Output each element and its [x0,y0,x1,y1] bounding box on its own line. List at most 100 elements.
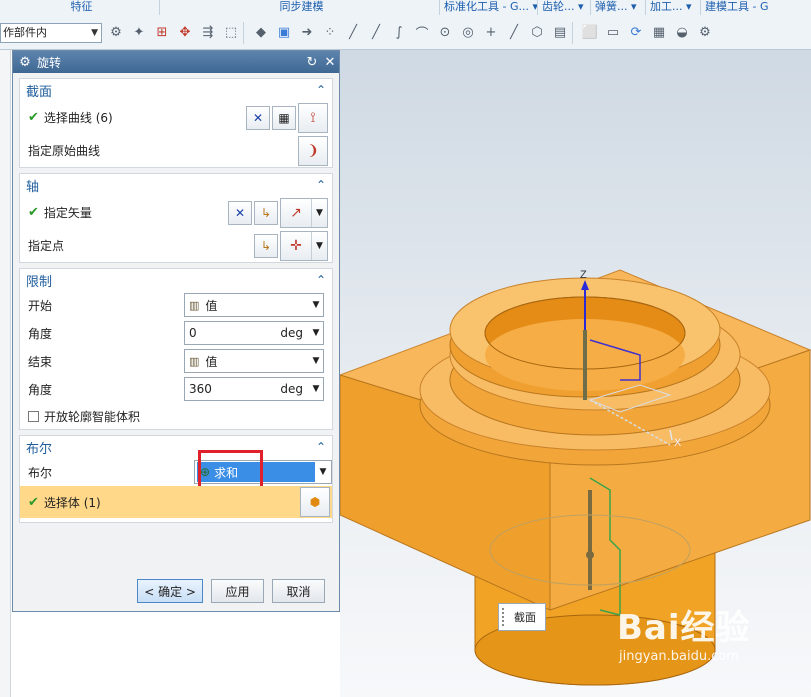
arc-icon[interactable]: ⌒ [413,24,431,42]
dialog-button-bar: < 确定 > 应用 取消 [137,579,325,603]
axis-header[interactable]: 轴 ⌃ [20,174,332,196]
open-profile-label: 开放轮廓智能体积 [44,409,141,424]
ok-button[interactable]: < 确定 > [137,579,203,603]
zoom-fit-icon[interactable]: ⬜ [581,24,599,42]
cancel-button[interactable]: 取消 [272,579,325,603]
curve-rule-icon[interactable]: ✕ [246,105,270,130]
boolean-header[interactable]: 布尔 ⌃ [20,436,332,458]
x-axis-label: X [674,437,682,449]
cube-icon[interactable]: ▣ [275,24,293,42]
ribbon-group-standard-tools[interactable]: 标准化工具 - G... ▾ [440,0,538,15]
end-type-value: 值 [205,354,218,369]
block-icon[interactable]: ◆ [252,24,270,42]
ribbon-group-modeling-tools[interactable]: 建模工具 - G [701,0,811,15]
curve-icon[interactable]: ∫ [390,24,408,42]
ribbon-group-feature[interactable]: 特征 [0,0,160,15]
filter-icon[interactable]: ⚙ [107,24,125,42]
move-icon[interactable]: ✥ [176,24,194,42]
chevron-down-icon[interactable]: ▼ [309,328,323,338]
ribbon-tool-row: 作部件内 ▼ ⚙ ✦ ⊞ ✥ ⇶ ⬚ ◆ ▣ ➜ ⁘ ╱ ╱ ∫ ⌒ ⊙ ◎ +… [0,17,811,48]
circle-target-icon[interactable]: ◎ [459,24,477,42]
offset-icon[interactable]: ⬡ [528,24,546,42]
dialog-titlebar[interactable]: ⚙ 旋转 ↻ ✕ [13,51,339,73]
value-type-icon: ▥ [189,354,200,368]
chevron-up-icon[interactable]: ⌃ [316,83,326,97]
boolean-header-label: 布尔 [26,441,53,457]
start-type-select[interactable]: ▥ 值 ▼ [184,293,324,317]
ribbon-group-label: 加工... [650,0,683,13]
settings-icon[interactable]: ⚙ [696,24,714,42]
start-angle-row: 角度 0 deg ▼ [20,319,332,347]
ribbon-group-label: 齿轮... [542,0,575,13]
layers-icon[interactable]: ▤ [551,24,569,42]
chevron-up-icon[interactable]: ⌃ [316,440,326,454]
gear-icon[interactable]: ⚙ [13,55,37,70]
section-label-tag[interactable]: 截面 [498,603,546,631]
vector-type-dropdown[interactable]: ↗ ▼ [280,197,328,228]
model-canvas[interactable]: Z X [340,50,811,697]
grid-view-icon[interactable]: ▦ [650,24,668,42]
end-type-select[interactable]: ▥ 值 ▼ [184,349,324,373]
end-angle-value: 360 [189,382,212,396]
revolve-dialog: ⚙ 旋转 ↻ ✕ 截面 ⌃ ✔ 选择曲线 (6) ✕ ▦ ⟟ 指定原始曲线 ❩ … [12,50,340,612]
limits-header-label: 限制 [26,274,53,290]
chevron-up-icon[interactable]: ⌃ [316,273,326,287]
limits-header[interactable]: 限制 ⌃ [20,269,332,291]
start-angle-input[interactable]: 0 deg ▼ [184,321,324,345]
solid-body-icon[interactable]: ⬢ [300,487,330,517]
ribbon-group-gear[interactable]: 齿轮... ▾ [538,0,591,15]
specify-point-row[interactable]: 指定点 ↳ ✛ ▼ [20,229,332,262]
point-dialog-icon[interactable]: ↳ [254,233,278,258]
line-icon[interactable]: ╱ [344,24,362,42]
pattern-icon[interactable]: ⁘ [321,24,339,42]
origin-curve-icon[interactable]: ❩ [298,135,328,166]
circle-icon[interactable]: ⊙ [436,24,454,42]
section-header[interactable]: 截面 ⌃ [20,79,332,101]
boolean-value: 求和 [214,465,239,480]
section-panel: 截面 ⌃ ✔ 选择曲线 (6) ✕ ▦ ⟟ 指定原始曲线 ❩ [19,78,333,168]
drag-grip-icon[interactable] [502,608,508,626]
close-icon[interactable]: ✕ [321,55,339,70]
open-profile-row[interactable]: 开放轮廓智能体积 [20,403,332,429]
select-body-row[interactable]: ✔ 选择体 (1) ⬢ [20,486,332,518]
vector-dialog-icon[interactable]: ↳ [254,200,278,225]
arrow-right-icon[interactable]: ➜ [298,24,316,42]
boolean-selected-option[interactable]: ⊕ 求和 [197,462,315,482]
ribbon-group-sync-modeling[interactable]: 同步建模 [160,0,440,15]
left-resource-strip [0,50,11,697]
line2-icon[interactable]: ╱ [367,24,385,42]
chevron-up-icon[interactable]: ⌃ [316,178,326,192]
point-crosshair-icon: ✛ [290,237,302,254]
snap-icon[interactable]: ✦ [130,24,148,42]
value-type-icon: ▥ [189,298,200,312]
ribbon-group-spring[interactable]: 弹簧... ▾ [591,0,646,15]
boolean-row: 布尔 ⊕ 求和 ▼ [20,450,332,500]
specify-point-label: 指定点 [28,239,65,253]
end-angle-input[interactable]: 360 deg ▼ [184,377,324,401]
chevron-down-icon[interactable]: ▼ [309,384,323,394]
wave-icon[interactable]: ⇶ [199,24,217,42]
boolean-select[interactable]: ⊕ 求和 ▼ [194,460,332,484]
diagonal-icon[interactable]: ╱ [505,24,523,42]
graphics-viewport[interactable]: Z X [340,50,811,697]
specify-vector-row[interactable]: ✔ 指定矢量 ✕ ↳ ↗ ▼ [20,196,332,229]
cross-icon[interactable]: + [482,24,500,42]
open-profile-checkbox[interactable] [28,410,39,422]
end-angle-unit: deg [280,382,303,396]
reverse-direction-icon[interactable]: ✕ [228,200,252,225]
apply-button[interactable]: 应用 [211,579,264,603]
select-add-icon[interactable]: ⊞ [153,24,171,42]
select-curve-row[interactable]: ✔ 选择曲线 (6) ✕ ▦ ⟟ [20,101,332,134]
sketch-section-icon[interactable]: ▦ [272,105,296,130]
end-angle-row: 角度 360 deg ▼ [20,375,332,403]
reset-icon[interactable]: ↻ [303,55,321,70]
render-mode-icon[interactable]: ◒ [673,24,691,42]
view-save-icon[interactable]: ▭ [604,24,622,42]
selection-scope-select[interactable]: 作部件内 ▼ [0,22,102,43]
origin-curve-row[interactable]: 指定原始曲线 ❩ [20,134,332,167]
ribbon-group-machining[interactable]: 加工... ▾ [646,0,701,15]
refresh-icon[interactable]: ⟳ [627,24,645,42]
point-type-dropdown[interactable]: ✛ ▼ [280,230,328,261]
box-select-icon[interactable]: ⬚ [222,24,240,42]
draw-section-icon[interactable]: ⟟ [298,102,328,133]
